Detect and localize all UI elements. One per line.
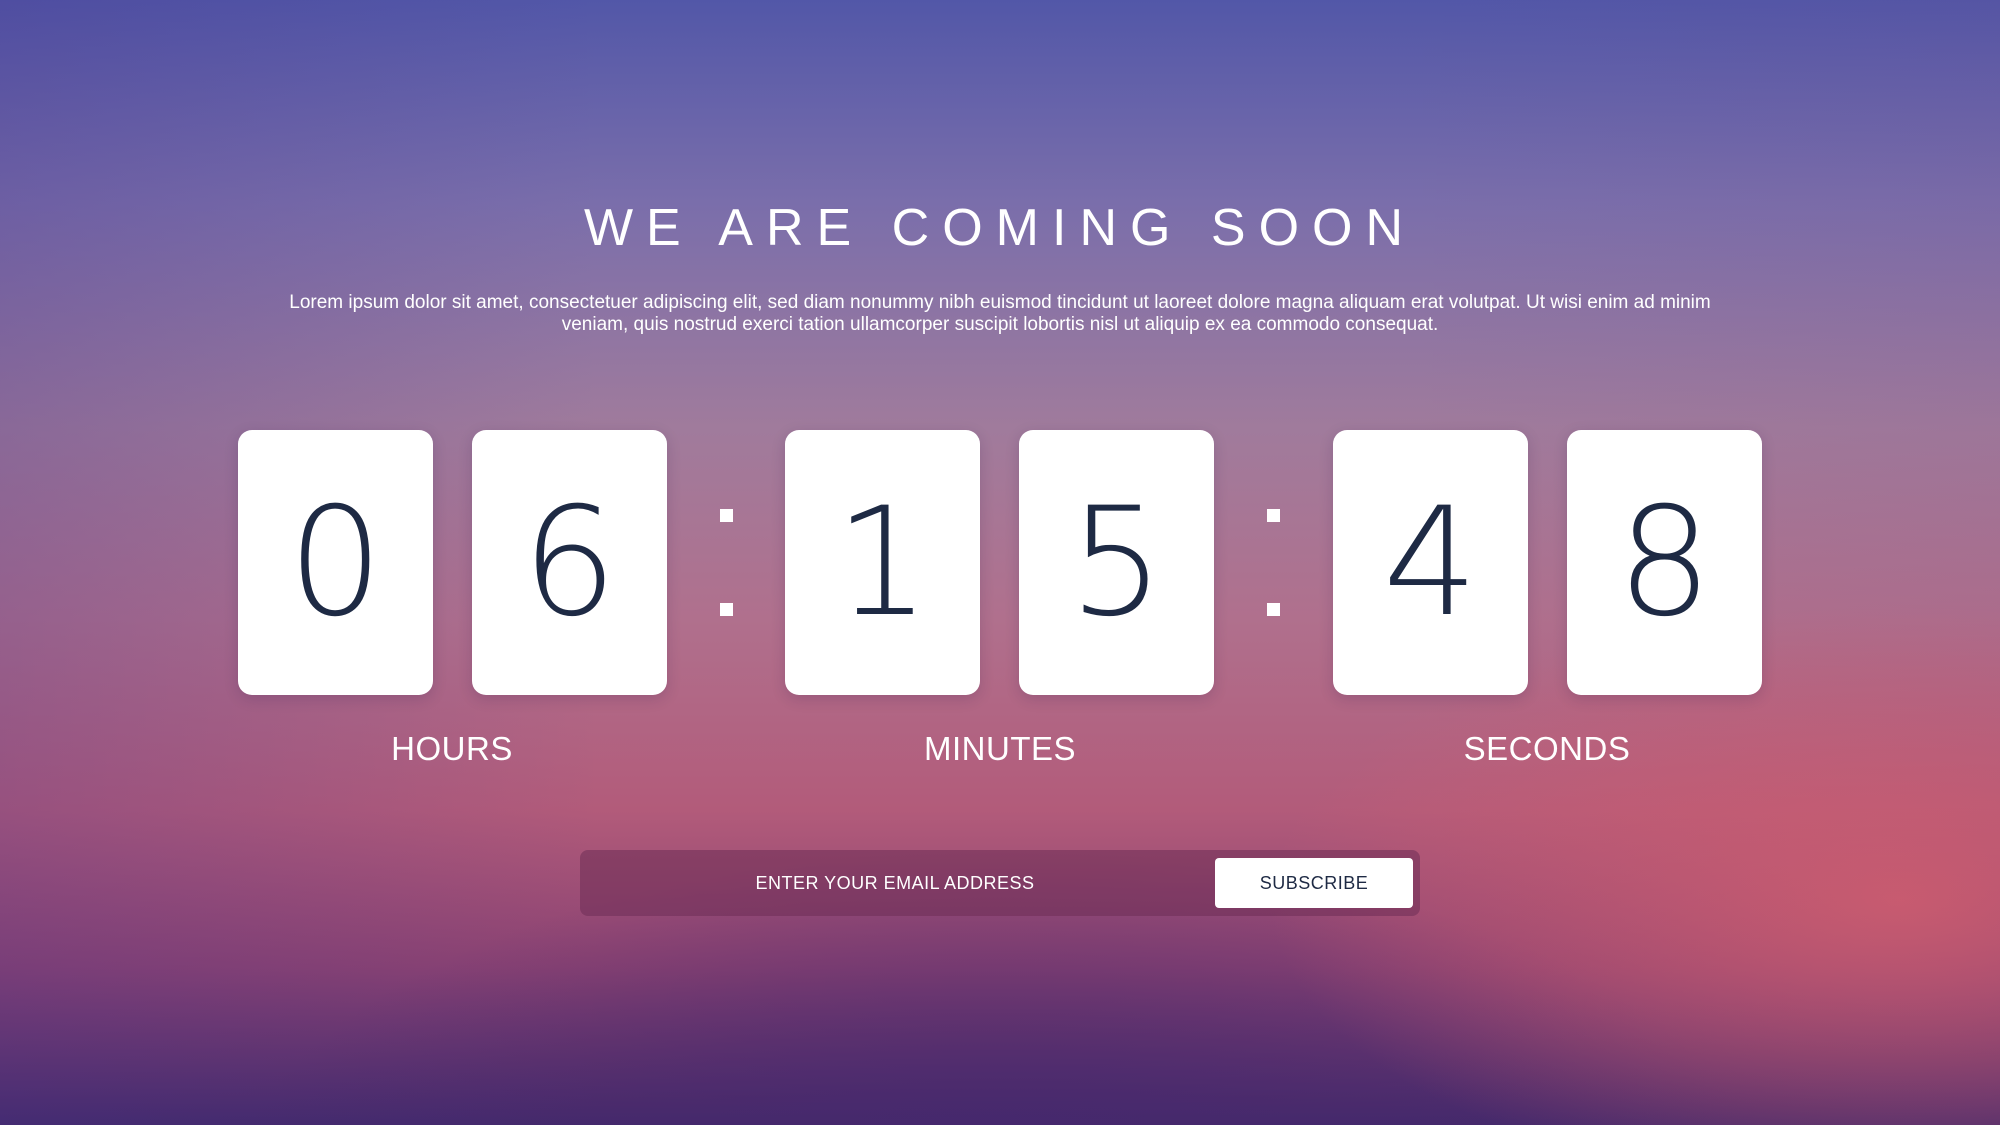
subscribe-button[interactable]: SUBSCRIBE — [1215, 858, 1413, 908]
hours-minutes-separator — [716, 505, 736, 625]
minutes-tens-card: 1 — [785, 430, 980, 695]
seconds-label: SECONDS — [1463, 730, 1631, 767]
separator-dot — [1267, 509, 1280, 522]
seconds-tens-digit: 4 — [1382, 475, 1479, 650]
seconds-tens-card: 4 — [1333, 430, 1528, 695]
email-input[interactable] — [580, 850, 1210, 916]
separator-dot — [1267, 603, 1280, 616]
hours-label: HOURS — [391, 730, 513, 767]
hours-ones-card: 6 — [472, 430, 667, 695]
minutes-label: MINUTES — [924, 730, 1076, 767]
hours-tens-card: 0 — [238, 430, 433, 695]
subscribe-form: SUBSCRIBE — [580, 850, 1420, 916]
separator-dot — [720, 509, 733, 522]
minutes-tens-digit: 1 — [834, 475, 931, 650]
hours-ones-digit: 6 — [521, 475, 618, 650]
seconds-ones-card: 8 — [1567, 430, 1762, 695]
page-title: WE ARE COMING SOON — [583, 199, 1417, 257]
minutes-ones-digit: 5 — [1068, 475, 1165, 650]
seconds-ones-digit: 8 — [1616, 475, 1713, 650]
separator-dot — [720, 603, 733, 616]
hours-tens-digit: 0 — [287, 475, 384, 650]
minutes-seconds-separator — [1263, 505, 1283, 625]
minutes-ones-card: 5 — [1019, 430, 1214, 695]
page-description: Lorem ipsum dolor sit amet, consectetuer… — [289, 292, 1711, 335]
